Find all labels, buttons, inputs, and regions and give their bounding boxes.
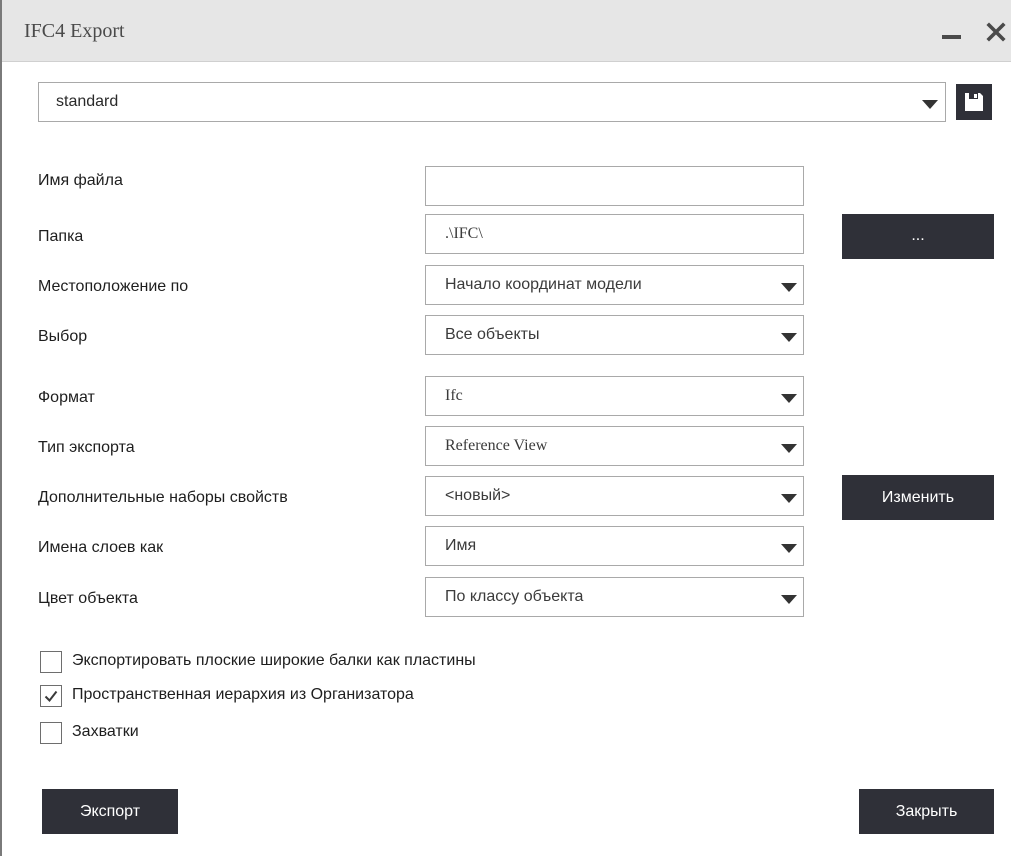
export-type-label: Тип экспорта [38, 439, 135, 456]
pours-label: Захватки [72, 723, 139, 740]
file-name-input[interactable] [425, 166, 804, 206]
property-sets-dropdown[interactable]: <новый> [425, 476, 804, 516]
minimize-button[interactable] [934, 12, 968, 50]
spatial-hierarchy-label: Пространственная иерархия из Организатор… [72, 686, 414, 703]
chevron-down-icon [781, 595, 797, 604]
profile-dropdown[interactable]: standard [38, 82, 946, 122]
chevron-down-icon [781, 544, 797, 553]
format-label: Формат [38, 389, 95, 406]
layer-names-label: Имена слоев как [38, 539, 164, 556]
chevron-down-icon [781, 283, 797, 292]
close-icon [986, 22, 1006, 42]
export-button[interactable]: Экспорт [42, 789, 178, 834]
window-title: IFC4 Export [24, 20, 125, 42]
chevron-down-icon [781, 333, 797, 342]
minimize-icon [942, 35, 961, 39]
location-dropdown[interactable]: Начало координат модели [425, 265, 804, 305]
layer-names-value: Имя [445, 537, 477, 554]
spatial-hierarchy-checkbox[interactable] [40, 685, 62, 707]
close-window-button[interactable] [982, 12, 1011, 50]
object-color-value: По классу объекта [445, 588, 584, 605]
property-sets-label: Дополнительные наборы свойств [38, 489, 288, 506]
checkmark-icon [44, 690, 58, 703]
browse-button[interactable]: ... [842, 214, 994, 259]
format-value: Ifc [445, 387, 463, 404]
profile-value: standard [56, 93, 119, 110]
flat-beams-label: Экспортировать плоские широкие балки как… [72, 652, 476, 669]
edit-property-sets-button[interactable]: Изменить [842, 475, 994, 520]
pours-checkbox[interactable] [40, 722, 62, 744]
selection-value: Все объекты [445, 326, 540, 343]
title-bar[interactable]: IFC4 Export [2, 0, 1011, 62]
object-color-dropdown[interactable]: По классу объекта [425, 577, 804, 617]
chevron-down-icon [781, 394, 797, 403]
layer-names-dropdown[interactable]: Имя [425, 526, 804, 566]
export-type-dropdown[interactable]: Reference View [425, 426, 804, 466]
object-color-label: Цвет объекта [38, 590, 138, 607]
folder-label: Папка [38, 228, 84, 245]
format-dropdown[interactable]: Ifc [425, 376, 804, 416]
export-type-value: Reference View [445, 437, 548, 454]
location-label: Местоположение по [38, 278, 189, 295]
selection-dropdown[interactable]: Все объекты [425, 315, 804, 355]
location-value: Начало координат модели [445, 276, 642, 293]
export-dialog: IFC4 Export standard Имя файла Папка .\I… [0, 0, 1011, 856]
save-icon [965, 93, 983, 111]
flat-beams-checkbox[interactable] [40, 651, 62, 673]
folder-value: .\IFC\ [445, 225, 483, 242]
save-profile-button[interactable] [956, 84, 992, 120]
file-name-label: Имя файла [38, 172, 123, 189]
folder-input[interactable]: .\IFC\ [425, 214, 804, 254]
close-button[interactable]: Закрыть [859, 789, 994, 834]
selection-label: Выбор [38, 328, 88, 345]
chevron-down-icon [922, 100, 938, 109]
chevron-down-icon [781, 494, 797, 503]
property-sets-value: <новый> [445, 487, 511, 504]
chevron-down-icon [781, 444, 797, 453]
